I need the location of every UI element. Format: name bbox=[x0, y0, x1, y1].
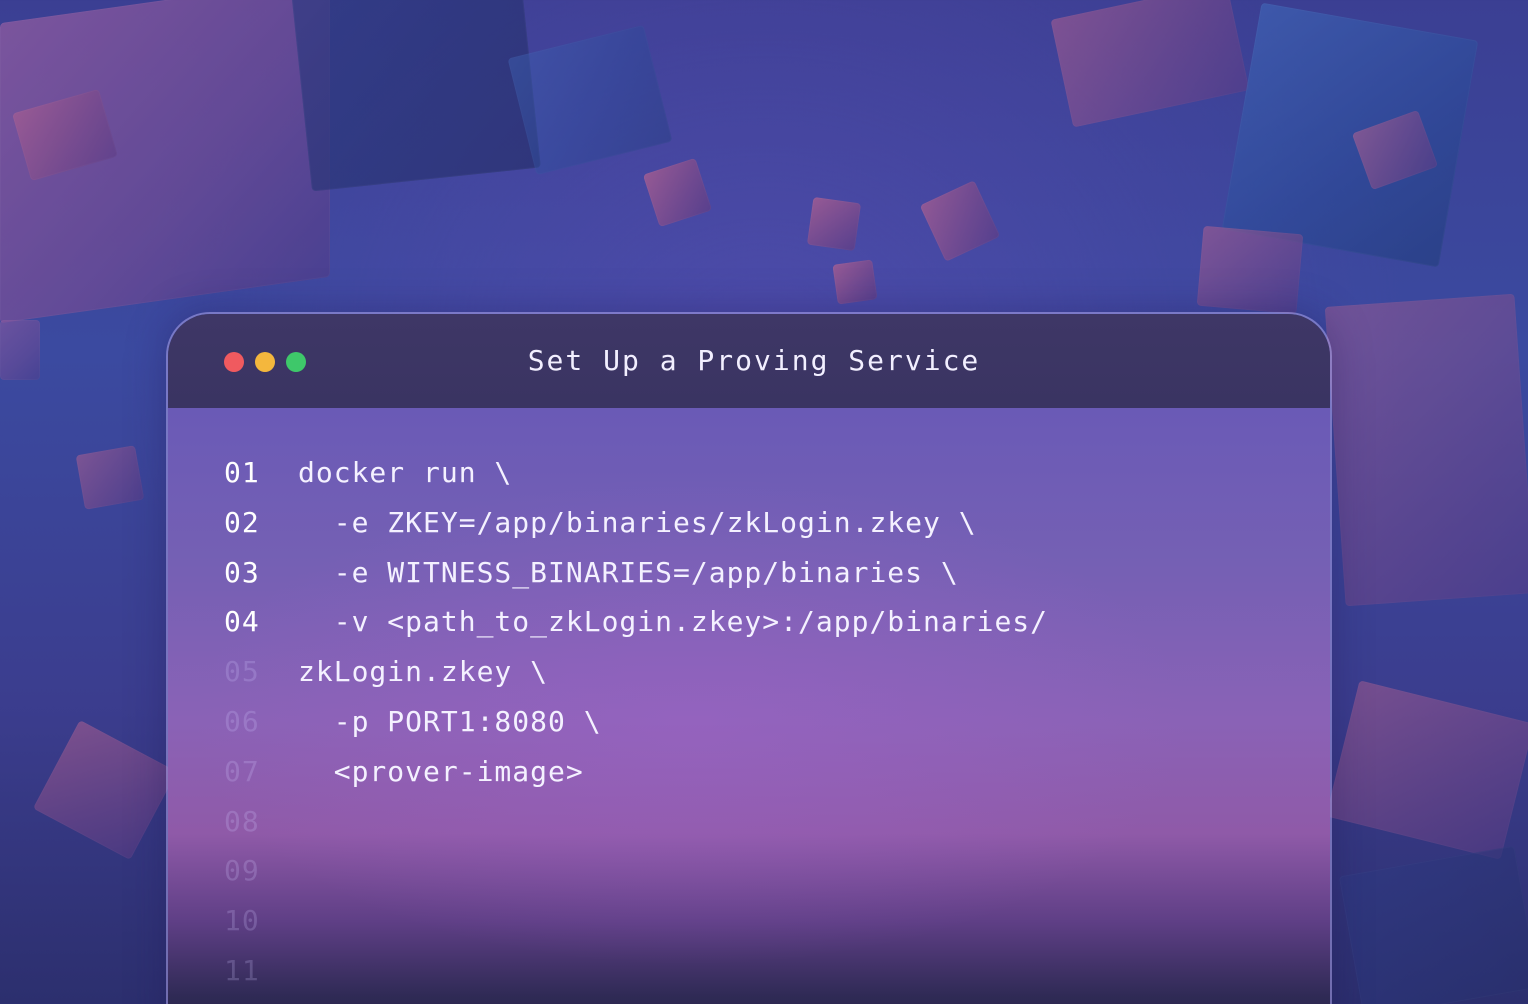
code-line: 02 -e ZKEY=/app/binaries/zkLogin.zkey \ bbox=[224, 498, 1048, 548]
bg-cube bbox=[1221, 2, 1479, 268]
code-line: 10 bbox=[224, 896, 1048, 946]
bg-cube bbox=[919, 180, 1001, 262]
bg-cube bbox=[1338, 845, 1528, 1004]
code-line: 11 bbox=[224, 946, 1048, 996]
code-line: 07 <prover-image> bbox=[224, 747, 1048, 797]
code-lines: 01 docker run \ 02 -e ZKEY=/app/binaries/z… bbox=[224, 448, 1048, 996]
line-number: 10 bbox=[224, 904, 260, 938]
code-window: Set Up a Proving Service 01 docker run \ 0… bbox=[166, 312, 1332, 1004]
bg-cube bbox=[32, 720, 178, 860]
line-number: 07 bbox=[224, 754, 260, 788]
line-number: 02 bbox=[224, 505, 260, 539]
line-number: 04 bbox=[224, 605, 260, 639]
bg-cube bbox=[1325, 680, 1528, 860]
line-number: 11 bbox=[224, 953, 260, 987]
code-line: 01 docker run \ bbox=[224, 448, 1048, 498]
bg-cube bbox=[1196, 225, 1304, 315]
bg-cube bbox=[832, 259, 878, 305]
bg-cube bbox=[0, 320, 40, 380]
code-text: -e WITNESS_BINARIES=/app/binaries \ bbox=[298, 555, 959, 589]
code-line: 04 -v <path_to_zkLogin.zkey>:/app/binari… bbox=[224, 597, 1048, 647]
line-number: 06 bbox=[224, 704, 260, 738]
window-titlebar: Set Up a Proving Service bbox=[168, 314, 1330, 408]
code-line: 05 zkLogin.zkey \ bbox=[224, 647, 1048, 697]
bg-cube bbox=[1050, 0, 1250, 128]
line-number: 05 bbox=[224, 655, 260, 689]
code-line: 06 -p PORT1:8080 \ bbox=[224, 697, 1048, 747]
line-number: 08 bbox=[224, 804, 260, 838]
code-line: 08 bbox=[224, 797, 1048, 847]
code-text: -v <path_to_zkLogin.zkey>:/app/binaries/ bbox=[298, 605, 1049, 639]
code-line: 09 bbox=[224, 846, 1048, 896]
window-title: Set Up a Proving Service bbox=[527, 344, 981, 377]
bg-cube bbox=[642, 157, 713, 228]
bg-cube bbox=[806, 196, 862, 252]
code-line: 03 -e WITNESS_BINARIES=/app/binaries \ bbox=[224, 548, 1048, 598]
code-text: -e ZKEY=/app/binaries/zkLogin.zkey \ bbox=[298, 505, 977, 539]
code-text: -p PORT1:8080 \ bbox=[298, 704, 602, 738]
line-number: 09 bbox=[224, 854, 260, 888]
code-text: <prover-image> bbox=[298, 754, 584, 788]
code-editor: 01 docker run \ 02 -e ZKEY=/app/binaries/z… bbox=[168, 408, 1330, 1004]
line-number: 01 bbox=[224, 456, 260, 489]
line-number: 03 bbox=[224, 555, 260, 589]
code-text: zkLogin.zkey \ bbox=[298, 655, 549, 689]
code-text: docker run \ bbox=[298, 456, 513, 489]
bg-cube bbox=[1324, 293, 1528, 607]
bg-cube bbox=[507, 24, 673, 176]
bg-cube bbox=[289, 0, 541, 192]
bg-cube bbox=[75, 445, 145, 510]
